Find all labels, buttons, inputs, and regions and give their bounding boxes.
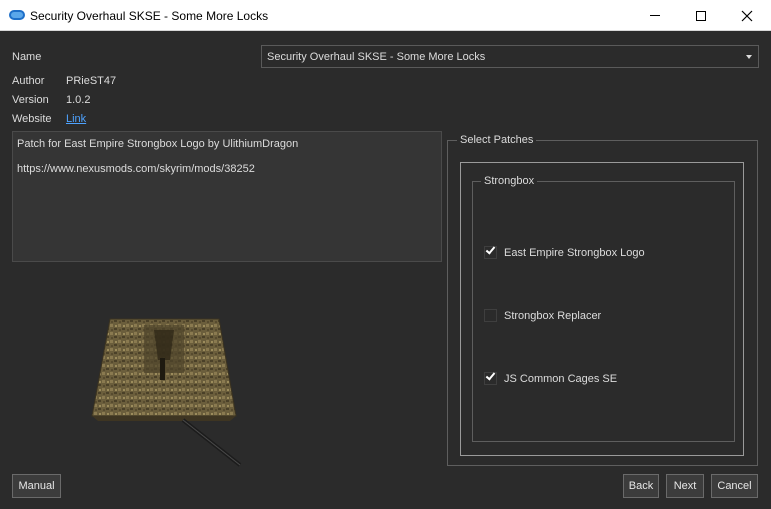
- cancel-button[interactable]: Cancel: [711, 474, 758, 498]
- preview-image: [70, 300, 270, 470]
- checkbox-box[interactable]: [484, 370, 497, 385]
- manual-button[interactable]: Manual: [12, 474, 61, 498]
- app-icon: [9, 10, 25, 20]
- title-bar: Security Overhaul SKSE - Some More Locks: [0, 0, 771, 31]
- website-link[interactable]: Link: [66, 113, 86, 125]
- author-label: Author: [12, 75, 45, 87]
- minimize-button[interactable]: [632, 0, 678, 31]
- description-box[interactable]: Patch for East Empire Strongbox Logo by …: [12, 131, 442, 262]
- next-button[interactable]: Next: [666, 474, 704, 498]
- author-value: PRieST47: [66, 75, 117, 87]
- description-url: https://www.nexusmods.com/skyrim/mods/38…: [17, 163, 255, 175]
- version-value: 1.0.2: [66, 94, 91, 106]
- checkbox-box[interactable]: [484, 244, 497, 259]
- window-title: Security Overhaul SKSE - Some More Locks: [30, 9, 269, 23]
- description-line: Patch for East Empire Strongbox Logo by …: [17, 138, 299, 150]
- checkmark-icon: [485, 244, 496, 255]
- checkbox-label: JS Common Cages SE: [504, 372, 618, 385]
- close-icon: [741, 10, 753, 21]
- checkbox-box[interactable]: [484, 309, 497, 322]
- name-select-value: Security Overhaul SKSE - Some More Locks: [267, 51, 486, 63]
- back-button[interactable]: Back: [623, 474, 659, 498]
- chevron-down-icon: [746, 55, 752, 59]
- name-select[interactable]: Security Overhaul SKSE - Some More Locks: [261, 45, 759, 68]
- checkbox-east-empire-strongbox-logo[interactable]: East Empire Strongbox Logo: [484, 244, 645, 259]
- strongbox-preview-image: [91, 318, 242, 467]
- version-label: Version: [12, 94, 49, 106]
- maximize-icon: [696, 10, 706, 21]
- checkmark-icon: [485, 370, 496, 381]
- website-label: Website: [12, 113, 52, 125]
- name-label: Name: [12, 51, 42, 63]
- checkbox-label: East Empire Strongbox Logo: [504, 246, 645, 259]
- checkbox-strongbox-replacer[interactable]: Strongbox Replacer: [484, 309, 601, 322]
- strongbox-group-title: Strongbox: [481, 175, 538, 187]
- close-button[interactable]: [724, 0, 770, 31]
- minimize-icon: [650, 15, 660, 16]
- maximize-button[interactable]: [678, 0, 724, 31]
- checkbox-label: Strongbox Replacer: [504, 309, 602, 322]
- checkbox-js-common-cages-se[interactable]: JS Common Cages SE: [484, 370, 618, 385]
- select-patches-title: Select Patches: [457, 134, 537, 146]
